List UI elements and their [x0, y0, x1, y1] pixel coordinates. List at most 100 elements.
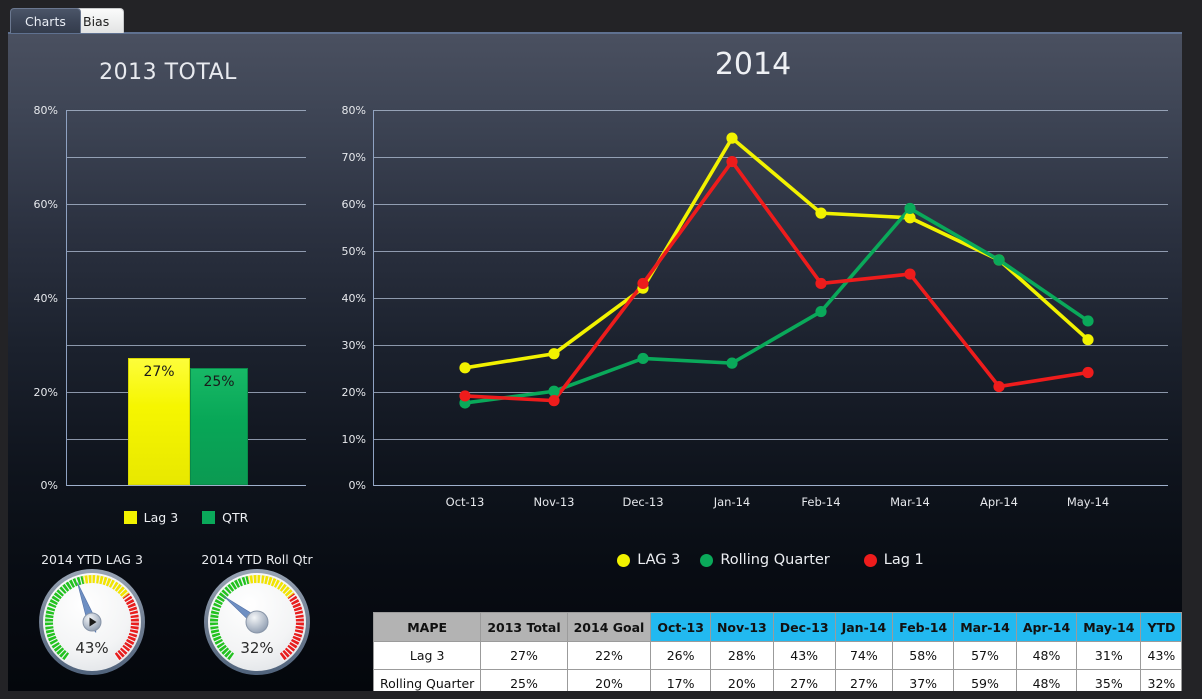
- mape-row-lag3-2013-total: 27%: [480, 641, 568, 670]
- mape-row-lag3-oct-13: 26%: [650, 641, 711, 670]
- gauge-tick: [44, 624, 54, 627]
- mape-row-rolling-quarter-2013-total: 25%: [480, 669, 568, 691]
- table-row: Lag 3 27% 22% 26% 28% 43% 74% 58% 57% 48…: [372, 641, 1182, 670]
- gauge-tick: [130, 617, 140, 620]
- line-point-1-5[interactable]: [904, 202, 916, 215]
- gauge-tick: [252, 574, 255, 584]
- gauge-tick: [44, 617, 54, 620]
- line-legend-swatch-lag3-icon: [617, 553, 631, 567]
- mape-header-feb-14: Feb-14: [892, 612, 955, 642]
- mape-row-rolling-quarter-jan-14: 27%: [834, 669, 894, 691]
- mape-header-mape: MAPE: [372, 612, 482, 642]
- mape-row-rolling-quarter-nov-13: 20%: [709, 669, 774, 691]
- line-legend-item-lag3: LAG 3: [617, 552, 680, 568]
- mape-header-nov-13: Nov-13: [709, 612, 774, 642]
- mape-row-rolling-quarter-label: Rolling Quarter: [372, 669, 482, 691]
- gauge-tick: [130, 624, 140, 627]
- mape-row-rolling-quarter-mar-14: 59%: [953, 669, 1017, 691]
- line-point-1-6[interactable]: [993, 254, 1005, 266]
- gauge-ytd-roll-qtr[interactable]: 2014 YTD Roll Qtr 32%: [183, 552, 331, 679]
- table-row: Rolling Quarter 25% 20% 17% 20% 27% 27% …: [372, 669, 1182, 691]
- gauge-tick: [209, 624, 219, 627]
- gauge-value-label: 43%: [75, 639, 108, 657]
- mape-table-body: Lag 3 27% 22% 26% 28% 43% 74% 58% 57% 48…: [372, 641, 1182, 691]
- mape-header-may-14: May-14: [1076, 612, 1142, 642]
- line-point-0-1[interactable]: [548, 348, 560, 360]
- line-point-2-5[interactable]: [904, 268, 916, 280]
- line-point-0-7[interactable]: [1082, 334, 1094, 346]
- line-point-2-0[interactable]: [459, 390, 471, 402]
- tab-bias-label: Bias: [83, 13, 110, 29]
- gauge-hub: [245, 610, 269, 634]
- line-legend-item-rolling-quarter: Rolling Quarter: [700, 552, 830, 568]
- mape-row-lag3-label: Lag 3: [372, 641, 482, 670]
- line-chart-2014: 80% 70% 60% 50% 40% 30% 20% 10% 0% Oct-1…: [8, 34, 1182, 594]
- mape-row-lag3-dec-13: 43%: [772, 641, 836, 670]
- mape-row-lag3-feb-14: 58%: [892, 641, 955, 670]
- mape-row-lag3-2014-goal: 22%: [566, 641, 652, 670]
- tab-bar: Charts Bias: [0, 0, 1202, 33]
- mape-row-rolling-quarter-2014-goal: 20%: [566, 669, 652, 691]
- line-series-layer: [459, 132, 1094, 409]
- gauge-value-label: 32%: [240, 639, 273, 657]
- line-series-0: [463, 136, 1090, 370]
- tab-charts-label: Charts: [25, 13, 66, 29]
- mape-row-rolling-quarter-ytd: 32%: [1140, 669, 1182, 691]
- line-legend-label-rolling-quarter: Rolling Quarter: [720, 552, 830, 568]
- mape-row-rolling-quarter-dec-13: 27%: [772, 669, 836, 691]
- mape-header-apr-14: Apr-14: [1015, 612, 1078, 642]
- line-point-2-3[interactable]: [726, 155, 738, 168]
- line-point-2-7[interactable]: [1082, 366, 1094, 379]
- gauge-ytd-roll-qtr-dial: 32%: [204, 569, 310, 675]
- gauge-ytd-lag3[interactable]: 2014 YTD LAG 3 43%: [18, 552, 166, 679]
- line-point-1-2[interactable]: [637, 352, 649, 365]
- mape-row-rolling-quarter-feb-14: 37%: [892, 669, 955, 691]
- line-point-0-4[interactable]: [815, 207, 827, 219]
- gauge-tick: [295, 617, 305, 620]
- line-point-1-7[interactable]: [1082, 315, 1094, 327]
- mape-header-2013-total: 2013 Total: [480, 612, 568, 642]
- line-legend-swatch-rolling-quarter-icon: [700, 553, 714, 567]
- gauge-tick: [209, 617, 219, 620]
- mape-row-rolling-quarter-oct-13: 17%: [650, 669, 711, 691]
- gauge-ytd-lag3-caption: 2014 YTD LAG 3: [41, 552, 143, 567]
- line-point-2-1[interactable]: [548, 395, 560, 407]
- mape-row-lag3-may-14: 31%: [1076, 641, 1142, 670]
- gauge-tick: [87, 574, 90, 584]
- mape-header-jan-14: Jan-14: [834, 612, 894, 642]
- mape-row-lag3-ytd: 43%: [1140, 641, 1182, 670]
- tab-charts[interactable]: Charts: [10, 8, 81, 33]
- line-chart-legend: LAG 3 Rolling Quarter Lag 1: [373, 552, 1168, 568]
- line-point-0-3[interactable]: [726, 132, 738, 144]
- line-point-1-4[interactable]: [815, 305, 827, 318]
- gauge-tick: [94, 574, 97, 584]
- mape-header-2014-goal: 2014 Goal: [566, 612, 652, 642]
- mape-row-rolling-quarter-may-14: 35%: [1076, 669, 1142, 691]
- mape-table-head: MAPE 2013 Total 2014 Goal Oct-13 Nov-13 …: [372, 612, 1182, 642]
- gauge-tick: [295, 624, 305, 627]
- line-point-0-0[interactable]: [459, 362, 471, 374]
- charts-panel: 2013 TOTAL 80% 60% 40% 20% 0% 27% 25% La…: [8, 32, 1182, 691]
- line-point-2-4[interactable]: [815, 277, 827, 290]
- line-series-1: [463, 206, 1090, 405]
- gauge-ytd-lag3-dial: 43%: [39, 569, 145, 675]
- mape-row-lag3-mar-14: 57%: [953, 641, 1017, 670]
- mape-row-rolling-quarter-apr-14: 48%: [1015, 669, 1078, 691]
- mape-table-header-row: MAPE 2013 Total 2014 Goal Oct-13 Nov-13 …: [372, 612, 1182, 642]
- mape-header-mar-14: Mar-14: [953, 612, 1017, 642]
- mape-header-oct-13: Oct-13: [650, 612, 711, 642]
- line-legend-label-lag3: LAG 3: [637, 552, 681, 568]
- gauge-tick: [259, 574, 262, 584]
- mape-row-lag3-nov-13: 28%: [709, 641, 774, 670]
- line-legend-item-lag1: Lag 1: [863, 552, 924, 568]
- mape-row-lag3-apr-14: 48%: [1015, 641, 1078, 670]
- gauge-ytd-roll-qtr-caption: 2014 YTD Roll Qtr: [201, 552, 313, 567]
- line-legend-swatch-lag1-icon: [863, 553, 877, 567]
- line-point-1-3[interactable]: [726, 357, 738, 369]
- mape-header-dec-13: Dec-13: [772, 612, 836, 642]
- line-series-2: [463, 159, 1090, 403]
- mape-row-lag3-jan-14: 74%: [834, 641, 894, 670]
- line-point-2-2[interactable]: [637, 277, 649, 290]
- line-legend-label-lag1: Lag 1: [883, 552, 924, 568]
- line-point-2-6[interactable]: [993, 380, 1005, 393]
